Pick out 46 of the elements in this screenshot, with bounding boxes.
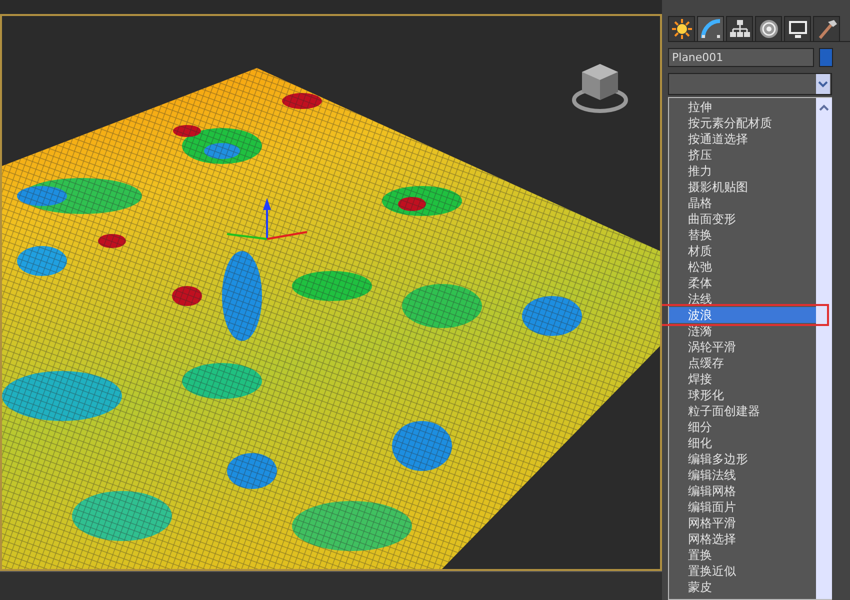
modifier-list-item[interactable]: 置换近似 — [669, 563, 816, 580]
modifier-list-item[interactable]: 网格选择 — [669, 531, 816, 548]
modifier-list-item[interactable]: 波浪 — [669, 307, 816, 324]
panel-tab[interactable] — [726, 16, 753, 41]
modifier-list-item[interactable]: 网格平滑 — [669, 515, 816, 532]
modifier-list-item[interactable]: 按元素分配材质 — [669, 115, 816, 132]
modifier-list-item[interactable]: 挤压 — [669, 147, 816, 164]
modifier-list-item[interactable]: 编辑网格 — [669, 483, 816, 500]
hierarchy-icon — [728, 18, 750, 40]
modifier-list-item[interactable]: 拉伸 — [669, 99, 816, 116]
panel-tab[interactable] — [668, 16, 695, 41]
modifier-list-item[interactable]: 细化 — [669, 435, 816, 452]
modifier-list-item[interactable]: 编辑法线 — [669, 467, 816, 484]
scrollbar[interactable] — [816, 98, 832, 599]
modifier-list-item[interactable]: 球形化 — [669, 387, 816, 404]
monitor-icon — [786, 18, 808, 40]
sun-icon — [670, 18, 692, 40]
modifier-list-item[interactable]: 推力 — [669, 163, 816, 180]
modifier-list-item[interactable]: 编辑多边形 — [669, 451, 816, 468]
modifier-list-item[interactable]: 编辑面片 — [669, 499, 816, 516]
modifier-list-item[interactable]: 按通道选择 — [669, 131, 816, 148]
arc-icon — [700, 18, 722, 40]
modifier-list-item[interactable]: 晶格 — [669, 195, 816, 212]
modifier-list-item[interactable]: 松弛 — [669, 259, 816, 276]
modifier-list-item[interactable]: 涡轮平滑 — [669, 339, 816, 356]
panel-tab[interactable] — [755, 16, 782, 41]
modifier-list-item[interactable]: 材质 — [669, 243, 816, 260]
disc-icon — [758, 18, 780, 40]
modifier-list-item[interactable]: 置换 — [669, 547, 816, 564]
modifier-list-item[interactable]: 涟漪 — [669, 323, 816, 340]
modifier-list-item[interactable]: 点缓存 — [669, 355, 816, 372]
object-color-swatch[interactable] — [819, 48, 833, 68]
panel-tab[interactable] — [697, 16, 724, 41]
modifier-list-item[interactable]: 柔体 — [669, 275, 816, 292]
modifier-list-item[interactable]: 替换 — [669, 227, 816, 244]
panel-tab[interactable] — [784, 16, 811, 41]
modifier-list-item[interactable]: 细分 — [669, 419, 816, 436]
modifier-list-dropdown[interactable] — [668, 73, 832, 96]
modifier-list-item[interactable]: 蒙皮 — [669, 579, 816, 596]
modifier-list-item[interactable]: 曲面变形 — [669, 211, 816, 228]
panel-tab[interactable] — [813, 16, 840, 41]
modifier-list-item[interactable]: 法线 — [669, 291, 816, 308]
object-name-field[interactable]: Plane001 — [668, 48, 814, 68]
modifier-list-item[interactable]: 焊接 — [669, 371, 816, 388]
modifier-list-item[interactable]: 粒子面创建器 — [669, 403, 816, 420]
modifier-list-item[interactable]: 摄影机贴图 — [669, 179, 816, 196]
